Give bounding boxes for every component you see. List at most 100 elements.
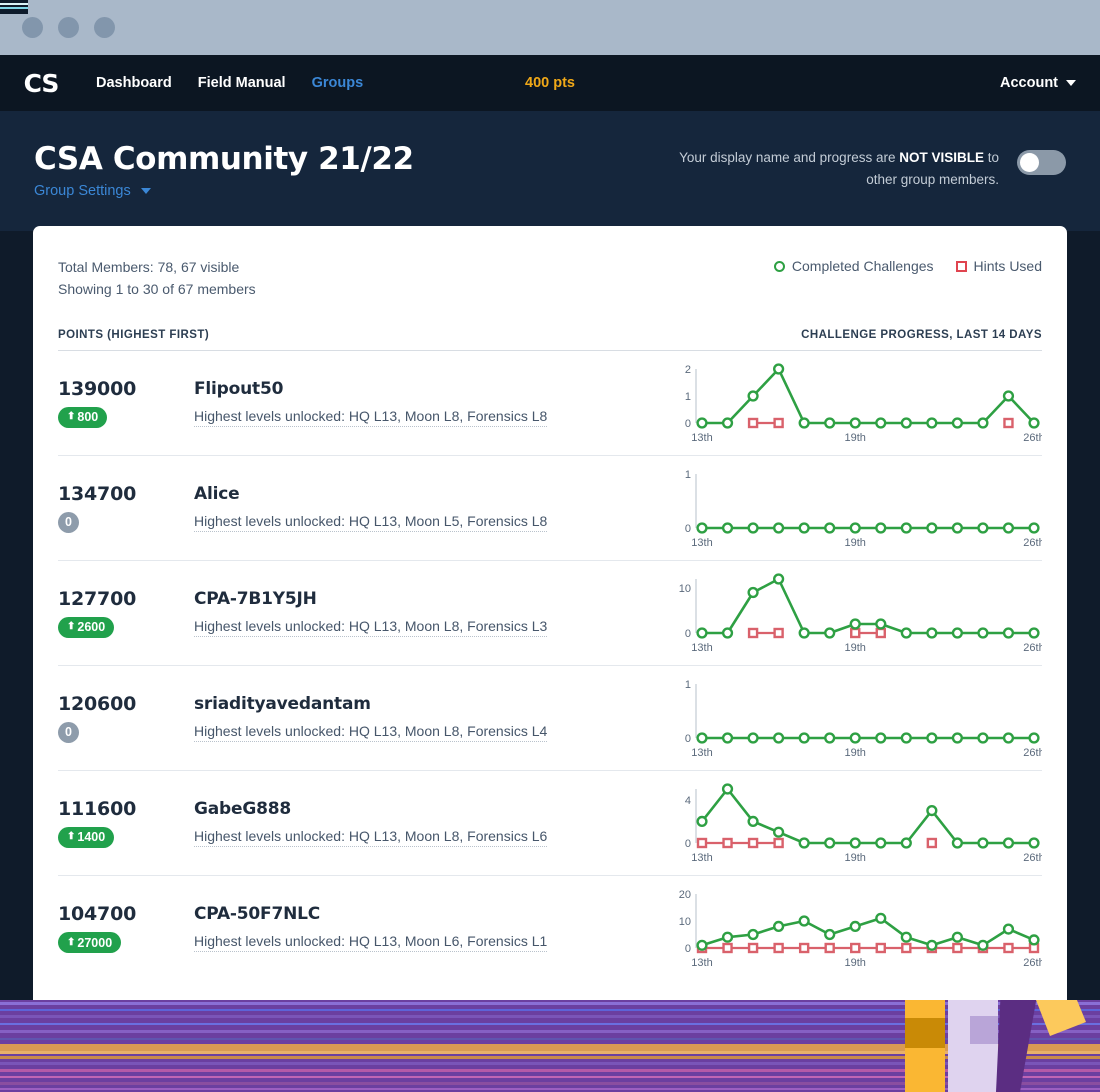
svg-text:26th: 26th (1023, 747, 1042, 759)
window-maximize-button[interactable] (94, 17, 115, 38)
member-points-cell: 111600 ⬆1400 (58, 798, 140, 848)
member-levels: Highest levels unlocked: HQ L13, Moon L8… (194, 408, 547, 427)
progress-sparkline: 0102013th19th26th (670, 884, 1042, 972)
points-value: 127700 (58, 588, 140, 610)
table-row[interactable]: 111600 ⬆1400 GabeG888Highest levels unlock… (58, 771, 1042, 876)
toggle-knob (1020, 153, 1039, 172)
visibility-control: Your display name and progress are NOT V… (669, 147, 1066, 192)
svg-text:13th: 13th (691, 852, 712, 864)
svg-text:10: 10 (679, 583, 691, 595)
visibility-state: NOT VISIBLE (899, 150, 984, 165)
square-icon (956, 261, 967, 272)
table-row[interactable]: 139000⬆800Flipout50Highest levels unlock… (58, 351, 1042, 456)
nav-item-dashboard[interactable]: Dashboard (96, 75, 172, 91)
decorative-footer-band (0, 1000, 1100, 1092)
window-minimize-button[interactable] (58, 17, 79, 38)
svg-text:0: 0 (685, 523, 691, 535)
window-close-button[interactable] (22, 17, 43, 38)
account-label: Account (1000, 75, 1058, 91)
card-header: Total Members: 78, 67 visible Showing 1 … (58, 256, 1042, 301)
points-badge: 400 pts (525, 75, 575, 91)
member-info-cell: GabeG888Highest levels unlocked: HQ L13,… (140, 799, 670, 847)
points-value: 111600 (58, 798, 140, 820)
member-info-cell: AliceHighest levels unlocked: HQ L13, Mo… (140, 484, 670, 532)
svg-text:26th: 26th (1023, 642, 1042, 654)
svg-text:19th: 19th (845, 432, 866, 444)
progress-sparkline: 0413th19th26th (670, 779, 1042, 867)
svg-text:0: 0 (685, 733, 691, 745)
svg-text:2: 2 (685, 364, 691, 376)
legend-label-completed: Completed Challenges (792, 258, 934, 274)
member-counts: Total Members: 78, 67 visible Showing 1 … (58, 256, 256, 301)
column-headers: POINTS (HIGHEST FIRST) CHALLENGE PROGRES… (58, 329, 1042, 351)
nav-item-groups[interactable]: Groups (312, 75, 364, 91)
svg-text:0: 0 (685, 943, 691, 955)
geometric-shapes (900, 1000, 1100, 1092)
legend-item-hints: Hints Used (956, 258, 1042, 274)
member-points-cell: 104700⬆27000 (58, 903, 140, 953)
nav-item-field-manual[interactable]: Field Manual (198, 75, 286, 91)
table-row[interactable]: 104700⬆27000 CPA-50F7NLC Highest levels un… (58, 876, 1042, 981)
points-delta-value: 2600 (77, 620, 105, 634)
total-members-text: Total Members: 78, 67 visible (58, 256, 256, 278)
member-info-cell: CPA-50F7NLC Highest levels unlocked: HQ L… (140, 904, 670, 952)
arrow-up-icon: ⬆ (67, 832, 75, 842)
group-settings-link[interactable]: Group Settings (34, 183, 151, 199)
app-root: CS Dashboard Field Manual Groups 400 pts… (0, 0, 1100, 1092)
points-delta-value: 0 (65, 725, 72, 739)
chevron-down-icon (141, 188, 151, 194)
column-header-progress: CHALLENGE PROGRESS, LAST 14 DAYS (801, 329, 1042, 341)
member-name: sriadityavedantam (194, 694, 670, 714)
points-delta-value: 0 (65, 515, 72, 529)
points-delta-value: 800 (77, 410, 98, 424)
svg-text:0: 0 (685, 628, 691, 640)
group-header: CSA Community 21/22 Group Settings Your … (0, 111, 1100, 231)
svg-text:0: 0 (685, 838, 691, 850)
sparkline-chart: 0102013th19th26th (670, 884, 1042, 972)
svg-text:19th: 19th (845, 642, 866, 654)
svg-text:1: 1 (685, 679, 691, 691)
member-levels: Highest levels unlocked: HQ L13, Moon L8… (194, 723, 547, 742)
member-name: GabeG888 (194, 799, 670, 819)
member-name: CPA-50F7NLC (194, 904, 670, 924)
legend-item-completed: Completed Challenges (774, 258, 934, 274)
sparkline-chart: 0413th19th26th (670, 779, 1042, 867)
group-settings-label: Group Settings (34, 183, 131, 199)
points-delta-value: 1400 (77, 830, 105, 844)
member-points-cell: 127700 ⬆2600 (58, 588, 140, 638)
chevron-down-icon (1066, 80, 1076, 86)
visibility-message: Your display name and progress are NOT V… (669, 147, 999, 192)
svg-text:13th: 13th (691, 537, 712, 549)
visibility-toggle[interactable] (1017, 150, 1066, 175)
svg-text:26th: 26th (1023, 852, 1042, 864)
chart-legend: Completed Challenges Hints Used (774, 256, 1042, 274)
progress-sparkline: 0113th19th26th (670, 674, 1042, 762)
points-value: 139000 (58, 378, 140, 400)
points-delta-badge: ⬆27000 (58, 932, 121, 953)
members-card: Total Members: 78, 67 visible Showing 1 … (33, 226, 1067, 1016)
showing-range-text: Showing 1 to 30 of 67 members (58, 278, 256, 300)
member-levels: Highest levels unlocked: HQ L13, Moon L6… (194, 933, 547, 952)
account-menu[interactable]: Account (1000, 75, 1076, 91)
svg-text:19th: 19th (845, 957, 866, 969)
svg-text:19th: 19th (845, 852, 866, 864)
table-row[interactable]: 127700 ⬆2600 CPA-7B1Y5JH Highest levels unl… (58, 561, 1042, 666)
window-title-bar (0, 0, 1100, 55)
points-delta-badge: ⬆1400 (58, 827, 114, 848)
arrow-up-icon: ⬆ (67, 412, 75, 422)
table-row[interactable]: 1347000AliceHighest levels unlocked: HQ … (58, 456, 1042, 561)
svg-text:1: 1 (685, 391, 691, 403)
table-row[interactable]: 1206000 sriadityavedantam Highest levels u… (58, 666, 1042, 771)
member-points-cell: 1206000 (58, 693, 140, 743)
cs-logo[interactable]: CS (24, 68, 58, 98)
member-levels: Highest levels unlocked: HQ L13, Moon L8… (194, 618, 547, 637)
visibility-prefix: Your display name and progress are (679, 150, 899, 165)
arrow-up-icon: ⬆ (67, 622, 75, 632)
member-name: CPA-7B1Y5JH (194, 589, 670, 609)
nav-links: Dashboard Field Manual Groups (96, 75, 363, 91)
member-points-cell: 139000 ⬆800 (58, 378, 140, 428)
points-delta-value: 27000 (77, 936, 112, 950)
sparkline-chart: 0113th19th26th (670, 674, 1042, 762)
member-name: Alice (194, 484, 670, 504)
svg-text:26th: 26th (1023, 537, 1042, 549)
